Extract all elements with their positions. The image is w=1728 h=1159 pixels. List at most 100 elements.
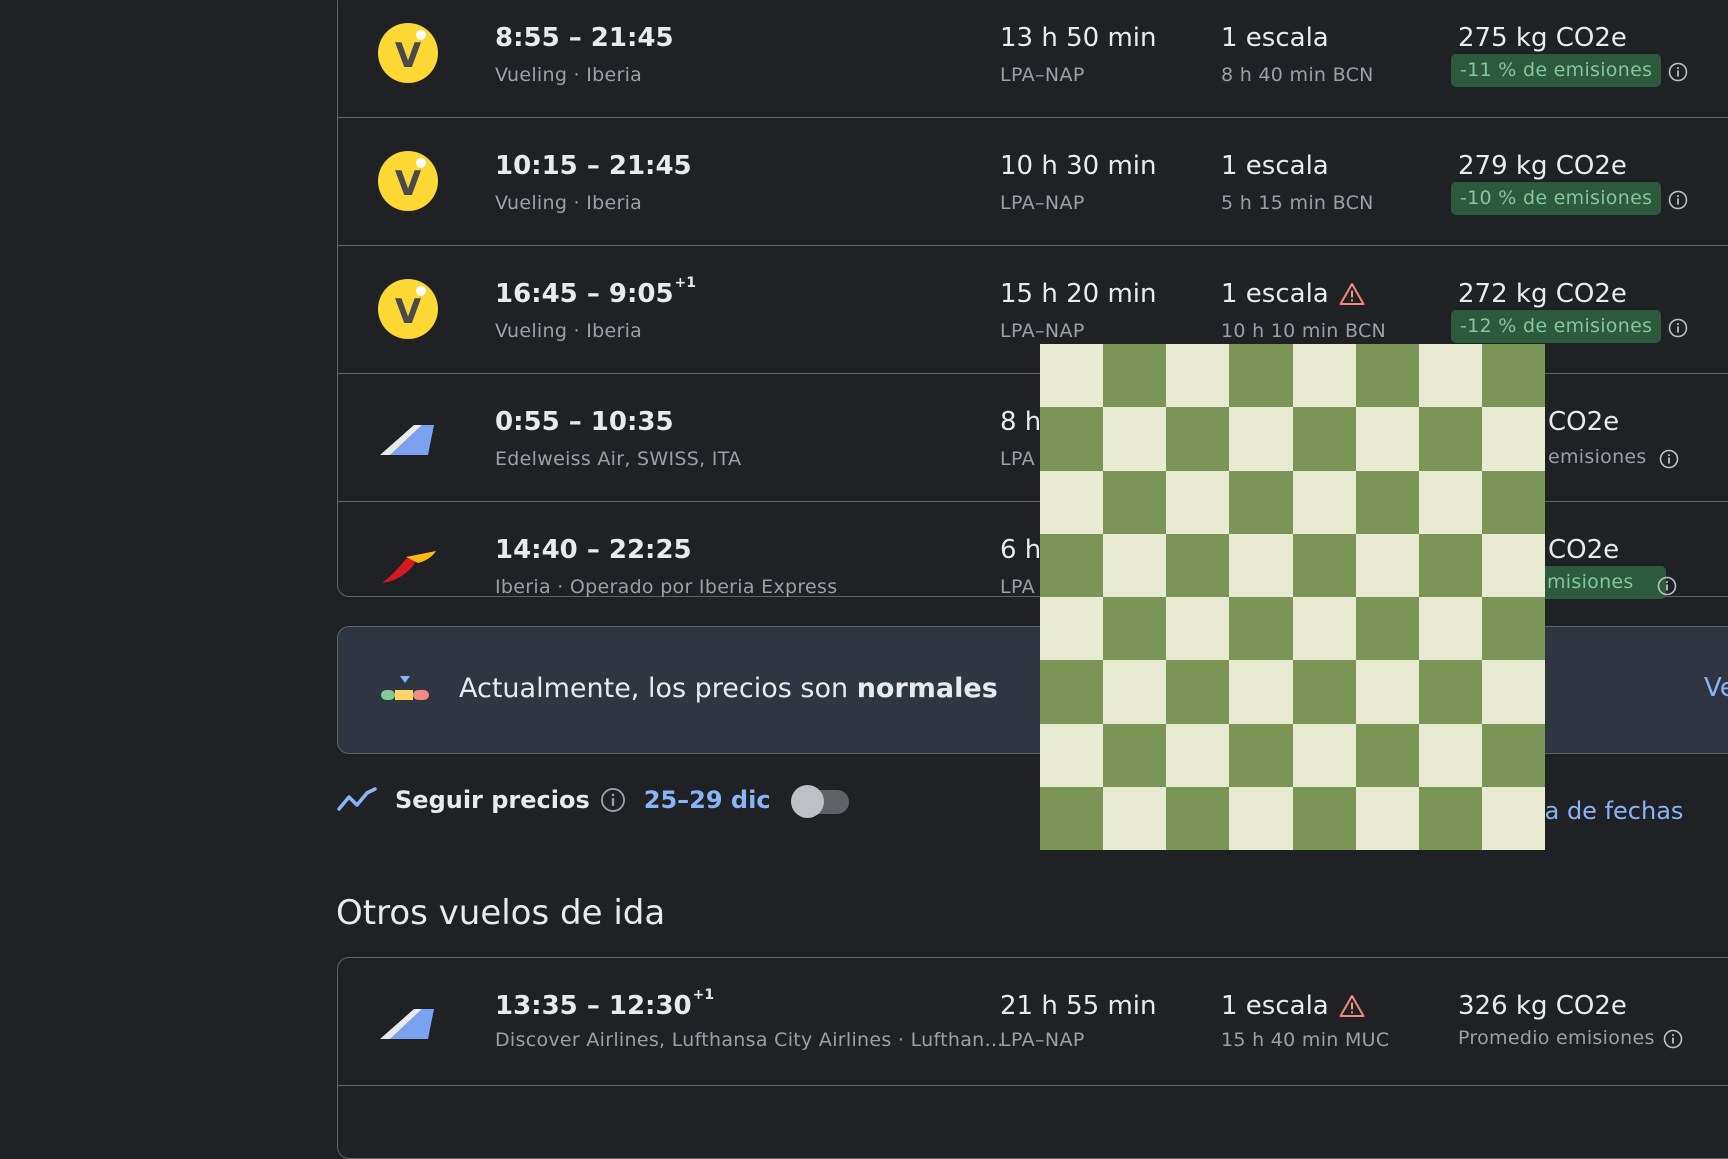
flight-times: 10:15 – 21:45 (495, 151, 692, 181)
layover-info: 15 h 40 min MUC (1221, 1029, 1390, 1051)
other-flights-list: 13:35 – 12:30+1 Discover Airlines, Lufth… (337, 957, 1728, 1159)
flight-row[interactable]: 13:35 – 12:30+1 Discover Airlines, Lufth… (338, 958, 1728, 1086)
checker-square (1418, 786, 1482, 850)
track-prices-toggle[interactable] (790, 785, 849, 818)
multi-airline-logo-icon (380, 1009, 434, 1039)
flight-duration: 6 h (1000, 535, 1042, 565)
checker-square (1040, 786, 1104, 850)
tracking-dates: 25–29 dic (643, 786, 771, 814)
warning-icon[interactable] (1339, 994, 1365, 1018)
checker-square (1229, 723, 1293, 787)
checker-square (1103, 786, 1167, 850)
layover-info: 5 h 15 min BCN (1221, 192, 1374, 214)
checker-square (1292, 786, 1356, 850)
flight-row[interactable]: V 8:55 – 21:45 Vueling · Iberia 13 h 50 … (338, 0, 1728, 118)
checker-square (1481, 344, 1545, 408)
flight-stops: 1 escala (1221, 991, 1365, 1021)
track-prices-label: Seguir precios (395, 786, 590, 814)
flight-duration: 21 h 55 min (1000, 991, 1157, 1021)
svg-text:V: V (395, 36, 422, 76)
checker-square (1229, 407, 1293, 471)
airline-names: Vueling · Iberia (495, 320, 643, 342)
checker-square (1481, 407, 1545, 471)
info-icon[interactable] (1657, 576, 1677, 596)
checker-square (1292, 344, 1356, 408)
checker-square (1481, 470, 1545, 534)
info-icon[interactable] (600, 787, 626, 813)
flight-times: 8:55 – 21:45 (495, 23, 674, 53)
checker-square (1418, 597, 1482, 661)
trend-line-icon (337, 787, 377, 811)
price-insight-text: Actualmente, los precios son normales (459, 673, 998, 704)
checker-square (1292, 533, 1356, 597)
airline-names: Vueling · Iberia (495, 64, 643, 86)
flight-row[interactable]: V 10:15 – 21:45 Vueling · Iberia 10 h 30… (338, 118, 1728, 246)
co2-value: 326 kg CO2e (1458, 991, 1627, 1021)
checker-square (1040, 533, 1104, 597)
checker-square (1166, 786, 1230, 850)
emissions-badge: -12 % de emisiones (1451, 310, 1662, 343)
checker-square (1355, 407, 1419, 471)
checker-square (1292, 470, 1356, 534)
checker-square (1229, 597, 1293, 661)
checker-square (1103, 533, 1167, 597)
info-icon[interactable] (1659, 449, 1679, 469)
checker-square (1166, 344, 1230, 408)
checker-square (1418, 407, 1482, 471)
checker-square (1166, 407, 1230, 471)
checker-square (1166, 533, 1230, 597)
checker-square (1040, 723, 1104, 787)
checker-square (1103, 470, 1167, 534)
checker-square (1355, 660, 1419, 724)
flight-stops: 1 escala (1221, 151, 1329, 181)
info-icon[interactable] (1663, 1029, 1683, 1049)
checker-square (1418, 723, 1482, 787)
vueling-logo-icon: V (378, 151, 438, 211)
flight-route: LPA–NAP (1000, 320, 1085, 342)
airline-names: Edelweiss Air, SWISS, ITA (495, 448, 742, 470)
flight-route: LPA–NAP (1000, 64, 1085, 86)
checker-square (1292, 723, 1356, 787)
multi-airline-logo-icon (380, 425, 434, 455)
checker-square (1355, 470, 1419, 534)
flight-duration: 13 h 50 min (1000, 23, 1157, 53)
checker-square (1355, 533, 1419, 597)
checker-square (1355, 786, 1419, 850)
checker-square (1355, 723, 1419, 787)
flight-route: LPA (1000, 448, 1036, 470)
flight-route: LPA–NAP (1000, 1029, 1085, 1051)
checker-square (1481, 533, 1545, 597)
checker-square (1166, 470, 1230, 534)
info-icon[interactable] (1668, 190, 1688, 210)
view-price-history-link[interactable]: Ve (1704, 673, 1728, 703)
checker-square (1229, 344, 1293, 408)
checker-square (1481, 723, 1545, 787)
emissions-badge: -11 % de emisiones (1451, 54, 1662, 87)
layover-info: 8 h 40 min BCN (1221, 64, 1374, 86)
info-icon[interactable] (1668, 62, 1688, 82)
airline-names: Vueling · Iberia (495, 192, 643, 214)
emissions-badge: -10 % de emisiones (1451, 182, 1662, 215)
checker-square (1103, 344, 1167, 408)
checker-square (1103, 597, 1167, 661)
layover-info: 10 h 10 min BCN (1221, 320, 1387, 342)
checker-square (1166, 597, 1230, 661)
co2-value: 279 kg CO2e (1458, 151, 1627, 181)
flight-duration: 8 h (1000, 407, 1042, 437)
checker-square (1040, 344, 1104, 408)
checker-square (1418, 660, 1482, 724)
checker-square (1229, 786, 1293, 850)
warning-icon[interactable] (1339, 282, 1365, 306)
co2-value: CO2e (1548, 535, 1620, 565)
checker-square (1355, 344, 1419, 408)
co2-value: CO2e (1548, 407, 1620, 437)
flight-times: 16:45 – 9:05+1 (495, 275, 697, 309)
svg-text:V: V (395, 164, 422, 204)
checker-square (1418, 344, 1482, 408)
flight-route: LPA (1000, 576, 1036, 598)
flight-duration: 15 h 20 min (1000, 279, 1157, 309)
checker-square (1040, 660, 1104, 724)
info-icon[interactable] (1668, 318, 1688, 338)
co2-value: 275 kg CO2e (1458, 23, 1627, 53)
checker-square (1103, 723, 1167, 787)
